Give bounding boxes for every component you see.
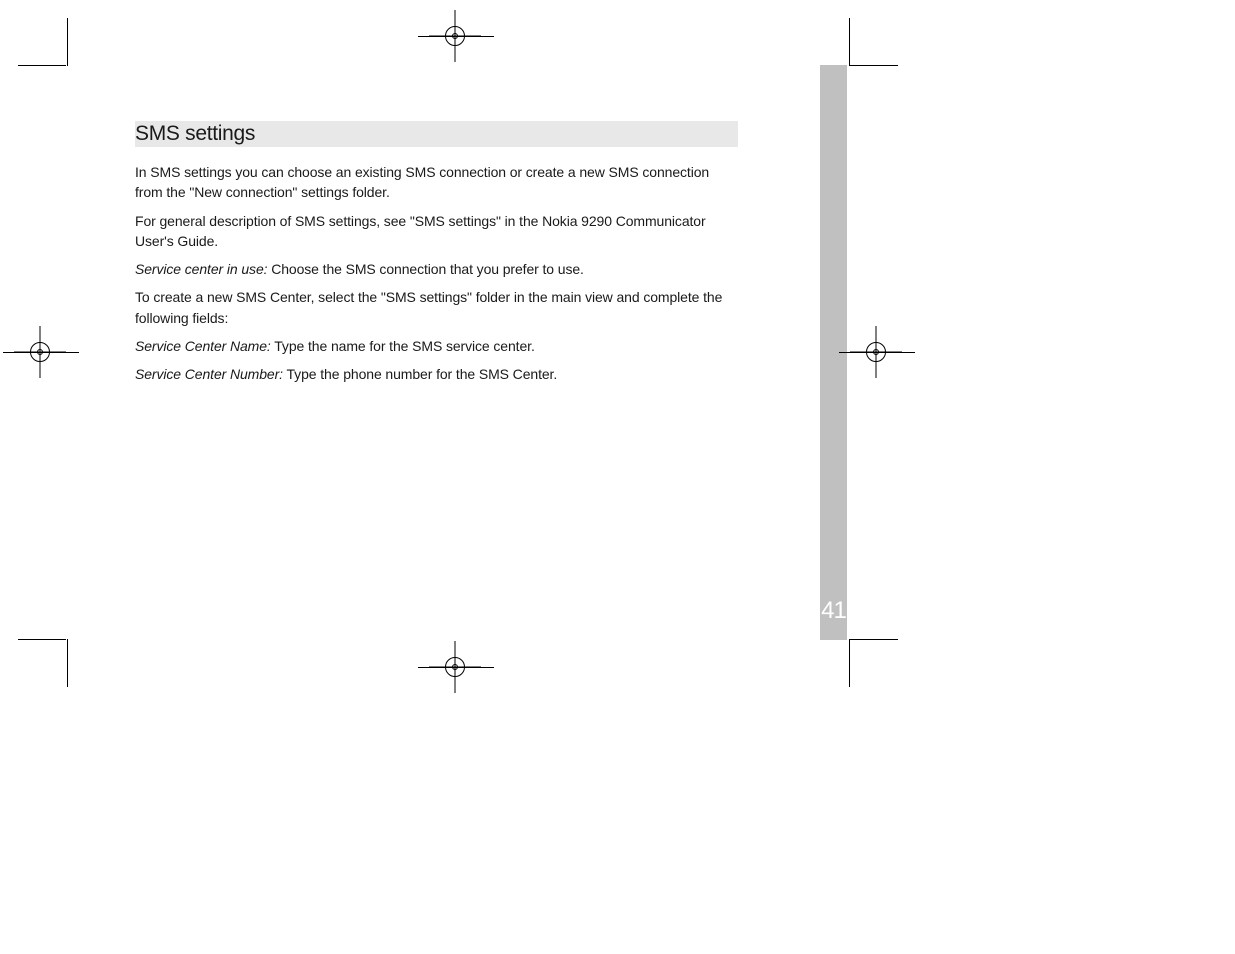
intro-text: In SMS settings you can choose an existi… <box>135 164 709 200</box>
service-center-number-text: Type the phone number for the SMS Center… <box>283 366 557 382</box>
create-new-text: To create a new SMS Center, select the "… <box>135 289 722 325</box>
crop-mark-icon <box>849 18 850 66</box>
crop-mark-icon <box>67 18 68 66</box>
registration-line <box>418 667 494 668</box>
service-center-number-label: Service Center Number: <box>135 366 283 382</box>
registration-line <box>839 352 915 353</box>
crop-mark-icon <box>18 65 66 66</box>
crop-mark-icon <box>849 639 850 687</box>
general-text: For general description of SMS settings,… <box>135 213 706 249</box>
registration-line <box>3 352 79 353</box>
page-number: 41 <box>820 597 847 625</box>
section-heading-bar: SMS settings <box>135 121 738 147</box>
service-center-in-use-text: Choose the SMS connection that you prefe… <box>267 261 583 277</box>
crop-mark-icon <box>67 639 68 687</box>
crop-mark-icon <box>850 65 898 66</box>
crop-mark-icon <box>18 639 66 640</box>
service-center-name-text: Type the name for the SMS service center… <box>271 338 535 354</box>
service-center-in-use-label: Service center in use: <box>135 261 267 277</box>
section-heading: SMS settings <box>135 122 255 146</box>
registration-line <box>418 36 494 37</box>
service-center-name-label: Service Center Name: <box>135 338 271 354</box>
crop-mark-icon <box>850 639 898 640</box>
body-content: In SMS settings you can choose an existi… <box>135 162 738 393</box>
